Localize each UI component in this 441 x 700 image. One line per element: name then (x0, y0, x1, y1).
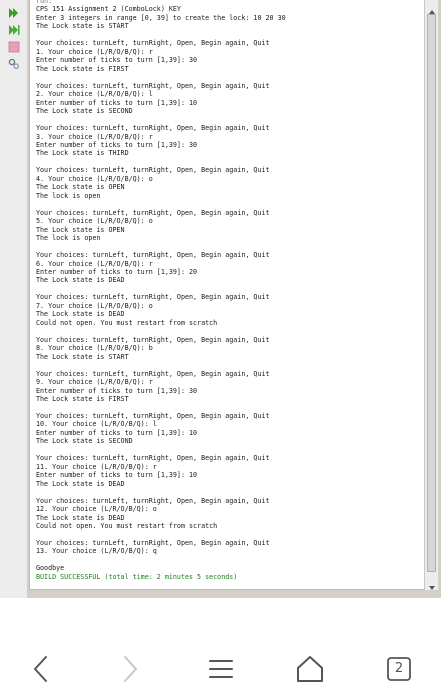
console-line: The Lock state is DEAD (36, 276, 125, 285)
vertical-scrollbar[interactable] (424, 0, 438, 590)
home-button[interactable] (293, 652, 327, 686)
console-line: Your choices: turnLeft, turnRight, Open,… (36, 335, 270, 344)
hamburger-menu-icon (209, 660, 233, 678)
chevron-right-icon (124, 656, 137, 682)
console-line: Enter number of ticks to turn [1,39]: 10 (36, 428, 198, 437)
console-line: Your choices: turnLeft, turnRight, Open,… (36, 496, 270, 505)
console-line: The Lock state is DEAD (36, 310, 125, 319)
console-line: The Lock state is DEAD (36, 513, 125, 522)
console-line: Your choices: turnLeft, turnRight, Open,… (36, 124, 270, 133)
console-line: 5. Your choice (L/R/O/B/Q): o (36, 217, 153, 226)
console-line: The Lock state is THIRD (36, 149, 129, 158)
console-line: Enter 3 integers in range [0, 39] to cre… (36, 13, 286, 22)
output-toolbar (0, 0, 28, 598)
console-line: Enter number of ticks to turn [1,39]: 20 (36, 268, 198, 276)
console-line: 4. Your choice (L/R/O/B/Q): o (36, 174, 153, 183)
console-line: 3. Your choice (L/R/O/B/Q): r (36, 132, 153, 141)
console-line: Your choices: turnLeft, turnRight, Open,… (36, 208, 270, 217)
console-line: Your choices: turnLeft, turnRight, Open,… (36, 39, 270, 48)
forward-button[interactable] (113, 652, 147, 686)
scrollbar-thumb[interactable] (427, 14, 436, 572)
console-line: Your choices: turnLeft, turnRight, Open,… (36, 411, 270, 420)
console-line: Enter number of ticks to turn [1,39]: 30 (36, 140, 198, 149)
console-line: 2. Your choice (L/R/O/B/Q): l (36, 90, 153, 99)
console-line: Your choices: turnLeft, turnRight, Open,… (36, 454, 270, 463)
console-line: Enter number of ticks to turn [1,39]: 30 (36, 56, 198, 65)
console-line: 12. Your choice (L/R/O/B/Q): o (36, 505, 157, 514)
console-line: The Lock state is START (36, 352, 129, 361)
console-line: The lock is open (36, 191, 101, 200)
console-line: Enter number of ticks to turn [1,39]: 10 (36, 471, 198, 480)
scroll-down-arrow-icon[interactable] (427, 578, 437, 590)
menu-button[interactable] (204, 652, 238, 686)
console-line: The Lock state is DEAD (36, 479, 125, 488)
tabs-count: 2 (394, 661, 404, 676)
console-line: Your choices: turnLeft, turnRight, Open,… (36, 293, 270, 302)
console-line: Your choices: turnLeft, turnRight, Open,… (36, 166, 270, 175)
console-line: The Lock state is START (36, 22, 129, 31)
console-line: The Lock state is SECOND (36, 437, 133, 446)
console-line: The Lock state is OPEN (36, 225, 125, 234)
home-icon (297, 656, 323, 682)
console-line: BUILD SUCCESSFUL (total time: 2 minutes … (36, 572, 238, 581)
console-line: 10. Your choice (L/R/O/B/Q): l (36, 420, 157, 429)
chevron-left-icon (34, 656, 47, 682)
console-line: 13. Your choice (L/R/O/B/Q): q (36, 547, 157, 556)
settings-icon[interactable] (8, 55, 20, 70)
back-button[interactable] (25, 652, 59, 686)
console-line: Your choices: turnLeft, turnRight, Open,… (36, 251, 270, 260)
console-line: Enter number of ticks to turn [1,39]: 30 (36, 386, 198, 395)
console-line: 11. Your choice (L/R/O/B/Q): r (36, 462, 157, 471)
console-line: 8. Your choice (L/R/O/B/Q): b (36, 344, 153, 353)
rerun-icon[interactable] (8, 21, 20, 35)
console-line: 6. Your choice (L/R/O/B/Q): r (36, 259, 153, 268)
console-line: CPS 151 Assignment 2 (ComboLock) KEY (36, 5, 181, 14)
console-line: Could not open. You must restart from sc… (36, 522, 218, 531)
console-line: Your choices: turnLeft, turnRight, Open,… (36, 539, 270, 547)
run-icon[interactable] (8, 4, 20, 18)
console-line: The Lock state is SECOND (36, 107, 133, 116)
console-line: Enter number of ticks to turn [1,39]: 10 (36, 98, 198, 107)
console-line: 9. Your choice (L/R/O/B/Q): r (36, 378, 153, 387)
console-line: 7. Your choice (L/R/O/B/Q): o (36, 301, 153, 310)
tabs-button[interactable]: 2 (382, 652, 416, 686)
console-line: Goodbye (36, 564, 65, 573)
console-line: The Lock state is FIRST (36, 395, 129, 404)
bottom-navigation-bar: 2 (0, 640, 441, 700)
console-line: Could not open. You must restart from sc… (36, 318, 218, 327)
scroll-up-arrow-icon[interactable] (427, 2, 437, 14)
stop-icon[interactable] (8, 38, 20, 53)
console-line: 1. Your choice (L/R/O/B/Q): r (36, 47, 153, 56)
console-line: The Lock state is OPEN (36, 183, 125, 192)
output-console[interactable]: run: CPS 151 Assignment 2 (ComboLock) KEY… (29, 0, 424, 590)
console-line: Your choices: turnLeft, turnRight, Open,… (36, 369, 270, 378)
console-line: The lock is open (36, 234, 101, 243)
console-line: The Lock state is FIRST (36, 64, 129, 73)
console-line: Your choices: turnLeft, turnRight, Open,… (36, 81, 270, 90)
ide-output-window: run: CPS 151 Assignment 2 (ComboLock) KEY… (0, 0, 441, 598)
console-text: run: CPS 151 Assignment 2 (ComboLock) KEY… (36, 0, 424, 581)
